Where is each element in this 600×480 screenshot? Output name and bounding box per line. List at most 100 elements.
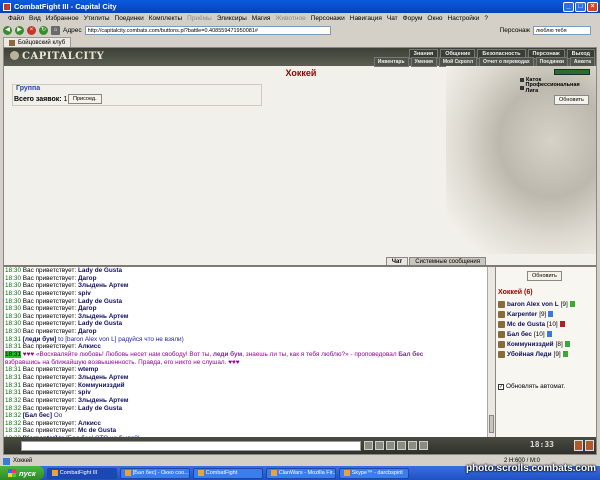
menu-item[interactable]: Настройки: [448, 15, 480, 22]
chat-scrollbar[interactable]: [487, 267, 495, 437]
menu-item[interactable]: Приёмы: [187, 15, 212, 22]
chat-time[interactable]: 18:31: [5, 389, 21, 396]
chat-time[interactable]: 18:30: [5, 290, 21, 297]
user-name[interactable]: Lady de Gusta: [78, 298, 122, 305]
chat-time[interactable]: 18:30: [5, 328, 21, 335]
window-titlebar[interactable]: CombatFight III - Capital City _ □ ×: [0, 0, 600, 13]
user-name[interactable]: Злыдень Артем: [78, 313, 128, 320]
chat-time[interactable]: 18:32: [5, 405, 21, 412]
user-name[interactable]: Бал бес: [398, 351, 423, 358]
menu-item[interactable]: ?: [484, 15, 488, 22]
chat-time[interactable]: 18:32: [5, 397, 21, 404]
chat-time[interactable]: 18:31: [5, 343, 21, 350]
persona-input[interactable]: люблю тебя: [533, 25, 591, 35]
chat-time[interactable]: 18:32: [5, 420, 21, 427]
chat-time[interactable]: 18:31: [5, 374, 21, 381]
forward-icon[interactable]: ▶: [15, 25, 24, 35]
chat-time[interactable]: 18:31: [5, 336, 21, 343]
user-name[interactable]: Алкисс: [78, 420, 101, 427]
filter-icon[interactable]: [397, 441, 406, 450]
chat-time[interactable]: 18:30: [5, 313, 21, 320]
chat-time[interactable]: 18:30: [5, 298, 21, 305]
lock-icon[interactable]: [585, 440, 594, 451]
user-name[interactable]: baron Alex von L: [507, 301, 559, 308]
user-name[interactable]: Коммунизздий: [507, 341, 554, 348]
taskbar-item[interactable]: CombatFight III: [46, 467, 117, 479]
chat-time[interactable]: 18:32: [5, 412, 21, 419]
user-name[interactable]: Бал бес: [507, 331, 532, 338]
chat-input[interactable]: [21, 441, 361, 451]
tab-club[interactable]: Бойцовский клуб: [3, 37, 72, 47]
menu-item[interactable]: Навигация: [350, 15, 382, 22]
menu-item[interactable]: Утилиты: [84, 15, 110, 22]
chat-time[interactable]: 18:30: [5, 275, 21, 282]
chat-time[interactable]: 18:30: [5, 282, 21, 289]
minimize-icon[interactable]: _: [563, 1, 574, 12]
chat-time[interactable]: 18:32: [5, 427, 21, 434]
join-button[interactable]: Присоед.: [68, 94, 102, 104]
user-name[interactable]: Mc de Gusta: [78, 427, 116, 434]
home-icon[interactable]: ⌂: [51, 25, 60, 35]
user-row[interactable]: Mc de Gusta [10]: [498, 320, 565, 328]
user-name[interactable]: Дагор: [78, 328, 97, 335]
refresh-users-button[interactable]: Обновить: [527, 271, 562, 281]
user-name[interactable]: Дагор: [78, 275, 97, 282]
smiley-icon[interactable]: [386, 441, 395, 450]
menu-item[interactable]: Избранное: [46, 15, 79, 22]
user-name[interactable]: Mc de Gusta: [507, 321, 545, 328]
exit-icon[interactable]: [574, 440, 583, 451]
user-name[interactable]: Lady de Gusta: [78, 267, 122, 274]
user-row[interactable]: Коммунизздий [8]: [498, 340, 570, 348]
taskbar-item[interactable]: Skype™ - darcbspirit: [338, 467, 409, 479]
auto-refresh-checkbox[interactable]: ✓: [498, 383, 504, 390]
sub-nav-item[interactable]: Инвентарь: [373, 57, 409, 67]
menu-item[interactable]: Файл: [8, 15, 24, 22]
user-name[interactable]: Злыдень Артем: [78, 282, 128, 289]
user-name[interactable]: Lady de Gusta: [78, 320, 122, 327]
back-icon[interactable]: ◀: [3, 25, 12, 35]
menu-item[interactable]: Комплекты: [149, 15, 182, 22]
scroll-thumb[interactable]: [489, 415, 494, 433]
menu-item[interactable]: Эликсиры: [217, 15, 247, 22]
stop-icon[interactable]: ×: [27, 25, 36, 35]
menu-item[interactable]: Окно: [427, 15, 442, 22]
settings-icon[interactable]: [419, 441, 428, 450]
menu-item[interactable]: Магия: [252, 15, 271, 22]
menu-item[interactable]: Персонажи: [311, 15, 345, 22]
menu-item[interactable]: Поединки: [115, 15, 144, 22]
translit-icon[interactable]: [408, 441, 417, 450]
user-row[interactable]: Убойная Леди [9]: [498, 350, 568, 358]
clear-icon[interactable]: [375, 441, 384, 450]
room-link[interactable]: Профессиональная Лига: [520, 82, 586, 94]
user-name[interactable]: Коммунизздий: [78, 382, 125, 389]
chat-time[interactable]: 18:31: [5, 366, 21, 373]
chat-time[interactable]: 18:31: [5, 351, 21, 359]
user-name[interactable]: леди бум: [213, 351, 242, 358]
chat-time[interactable]: 18:31: [5, 382, 21, 389]
user-name[interactable]: Дагор: [78, 305, 97, 312]
chat-time[interactable]: 18:30: [5, 305, 21, 312]
user-name[interactable]: [Бал бес]: [23, 412, 52, 419]
refresh-icon[interactable]: ↻: [39, 25, 48, 35]
chat-time[interactable]: 18:30: [5, 267, 21, 274]
refresh-room-button[interactable]: Обновить: [554, 95, 589, 105]
taskbar-item[interactable]: CombatFight: [192, 467, 263, 479]
menu-item[interactable]: Животное: [275, 15, 305, 22]
user-name[interactable]: Злыдень Артем: [78, 374, 128, 381]
auto-refresh[interactable]: ✓ Обновлять автомат.: [498, 383, 565, 390]
chat-time[interactable]: 18:30: [5, 320, 21, 327]
user-name[interactable]: [леди бум]: [23, 336, 57, 343]
send-icon[interactable]: [364, 441, 373, 450]
user-name[interactable]: Злыдень Артем: [78, 397, 128, 404]
user-name[interactable]: Алкисс: [78, 343, 101, 350]
user-name[interactable]: Убойная Леди: [507, 351, 552, 358]
menu-item[interactable]: Форум: [403, 15, 423, 22]
start-button[interactable]: пуск: [0, 466, 44, 480]
user-row[interactable]: Karpenter [9]: [498, 310, 554, 318]
user-name[interactable]: spiv: [78, 389, 91, 396]
chat-log[interactable]: 18:30 Вас приветствует: Lady de Gusta 18:…: [4, 267, 487, 437]
close-icon[interactable]: ×: [587, 1, 598, 12]
maximize-icon[interactable]: □: [575, 1, 586, 12]
address-input[interactable]: http://capitalcity.combats.com/buttons.p…: [84, 25, 331, 35]
user-row[interactable]: Бал бес [10]: [498, 330, 552, 338]
